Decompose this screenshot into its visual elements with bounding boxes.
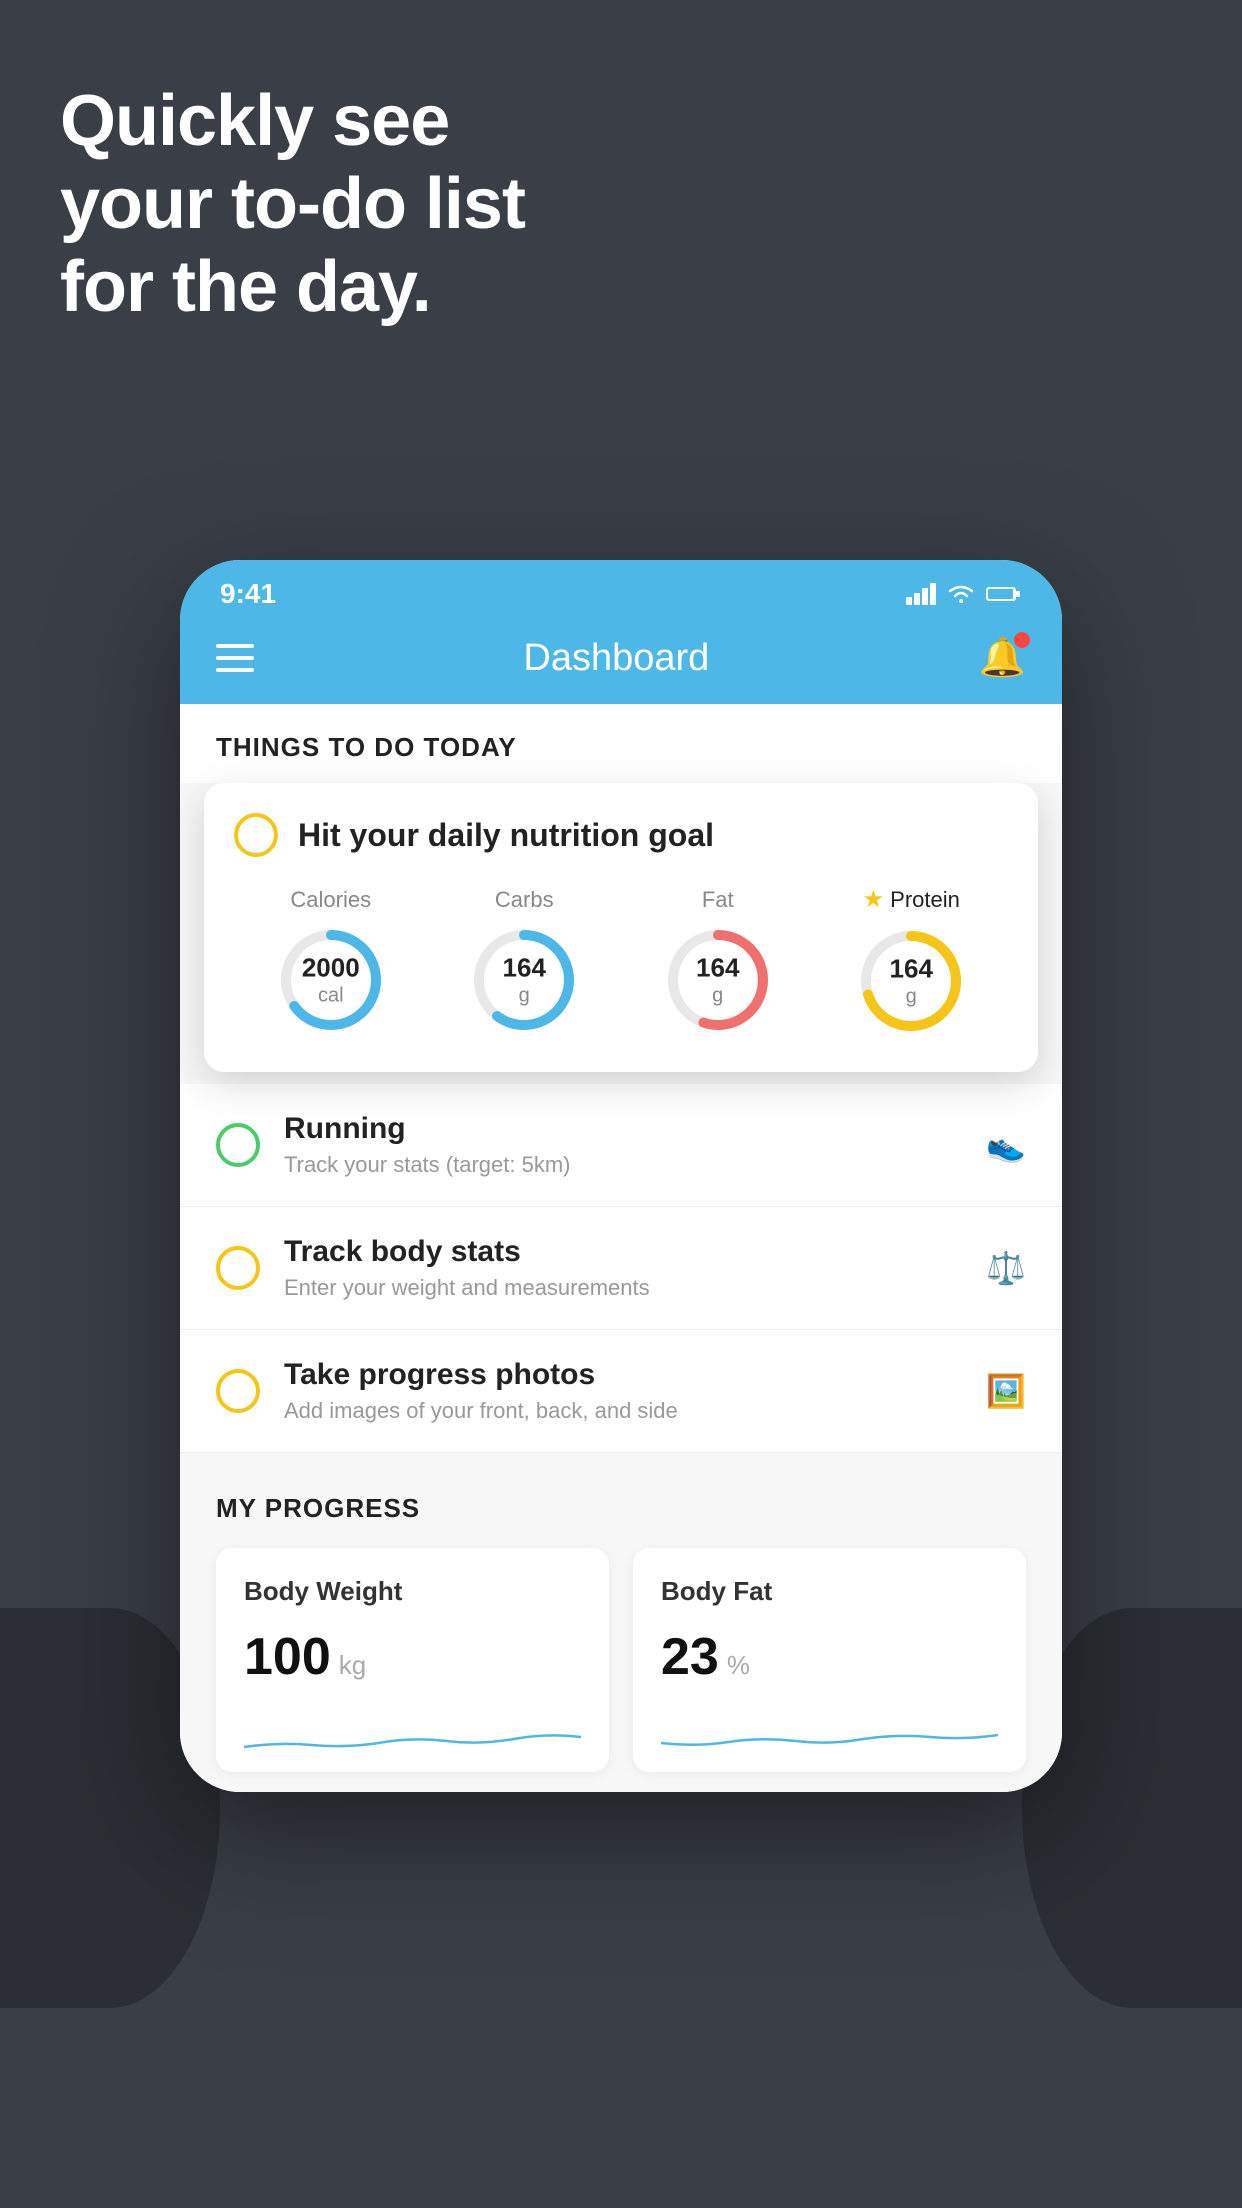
running-title: Running — [284, 1112, 962, 1146]
todo-item-body-stats[interactable]: Track body stats Enter your weight and m… — [180, 1207, 1062, 1330]
calories-ring: 2000 cal — [276, 925, 386, 1035]
body-fat-label: Body Fat — [661, 1576, 998, 1607]
bell-button[interactable]: 🔔 — [979, 636, 1026, 680]
notification-badge — [1014, 632, 1030, 648]
nutrition-card[interactable]: Hit your daily nutrition goal Calories 2… — [204, 783, 1038, 1072]
status-bar: 9:41 — [180, 560, 1062, 620]
running-subtitle: Track your stats (target: 5km) — [284, 1152, 962, 1178]
status-time: 9:41 — [220, 578, 276, 610]
photos-check-circle — [216, 1369, 260, 1413]
app-content: THINGS TO DO TODAY Hit your daily nutrit… — [180, 704, 1062, 1792]
body-weight-chart — [244, 1707, 581, 1767]
carbs-ring: 164 g — [469, 925, 579, 1035]
app-header: Dashboard 🔔 — [180, 620, 1062, 704]
battery-icon — [986, 585, 1022, 603]
todo-item-photos[interactable]: Take progress photos Add images of your … — [180, 1330, 1062, 1453]
bodystats-check-circle — [216, 1246, 260, 1290]
progress-cards: Body Weight 100 kg Body Fat 23 % — [216, 1548, 1026, 1772]
nutrition-check-circle — [234, 813, 278, 857]
running-check-circle — [216, 1123, 260, 1167]
nutrition-goal-title: Hit your daily nutrition goal — [298, 817, 714, 854]
scale-icon: ⚖️ — [986, 1249, 1026, 1287]
todo-item-running[interactable]: Running Track your stats (target: 5km) 👟 — [180, 1084, 1062, 1207]
bodystats-subtitle: Enter your weight and measurements — [284, 1275, 962, 1301]
protein-ring-item: ★ Protein 164 g — [856, 885, 966, 1036]
photos-subtitle: Add images of your front, back, and side — [284, 1398, 962, 1424]
calories-ring-item: Calories 2000 cal — [276, 887, 386, 1035]
photos-title: Take progress photos — [284, 1358, 962, 1392]
wifi-icon — [946, 583, 976, 605]
fat-ring: 164 g — [663, 925, 773, 1035]
fat-ring-item: Fat 164 g — [663, 887, 773, 1035]
body-weight-unit: kg — [339, 1650, 366, 1681]
bodystats-title: Track body stats — [284, 1235, 962, 1269]
todo-list: Running Track your stats (target: 5km) 👟… — [180, 1084, 1062, 1453]
body-weight-label: Body Weight — [244, 1576, 581, 1607]
protein-label: ★ Protein — [863, 885, 960, 914]
nutrition-rings: Calories 2000 cal Carbs — [234, 885, 1008, 1036]
body-fat-chart — [661, 1707, 998, 1767]
body-fat-number: 23 — [661, 1627, 719, 1687]
signal-icon — [906, 583, 936, 605]
header-title: Dashboard — [523, 637, 709, 680]
running-text: Running Track your stats (target: 5km) — [284, 1112, 962, 1178]
body-fat-unit: % — [727, 1650, 750, 1681]
bodystats-text: Track body stats Enter your weight and m… — [284, 1235, 962, 1301]
progress-section: MY PROGRESS Body Weight 100 kg Body Fat — [180, 1453, 1062, 1792]
calories-label: Calories — [290, 887, 371, 913]
body-weight-number: 100 — [244, 1627, 331, 1687]
star-icon: ★ — [863, 885, 885, 914]
progress-section-title: MY PROGRESS — [216, 1493, 1026, 1524]
shoe-icon: 👟 — [986, 1126, 1026, 1164]
body-weight-value: 100 kg — [244, 1627, 581, 1687]
status-icons — [906, 583, 1022, 605]
phone-shell: 9:41 — [180, 560, 1062, 1792]
headline: Quickly see your to-do list for the day. — [60, 80, 525, 328]
carbs-label: Carbs — [495, 887, 554, 913]
menu-icon[interactable] — [216, 644, 254, 672]
body-fat-card[interactable]: Body Fat 23 % — [633, 1548, 1026, 1772]
body-fat-value: 23 % — [661, 1627, 998, 1687]
carbs-ring-item: Carbs 164 g — [469, 887, 579, 1035]
protein-ring: 164 g — [856, 926, 966, 1036]
photo-icon: 🖼️ — [986, 1372, 1026, 1410]
fat-label: Fat — [702, 887, 734, 913]
section-header-todo: THINGS TO DO TODAY — [180, 704, 1062, 783]
photos-text: Take progress photos Add images of your … — [284, 1358, 962, 1424]
body-weight-card[interactable]: Body Weight 100 kg — [216, 1548, 609, 1772]
